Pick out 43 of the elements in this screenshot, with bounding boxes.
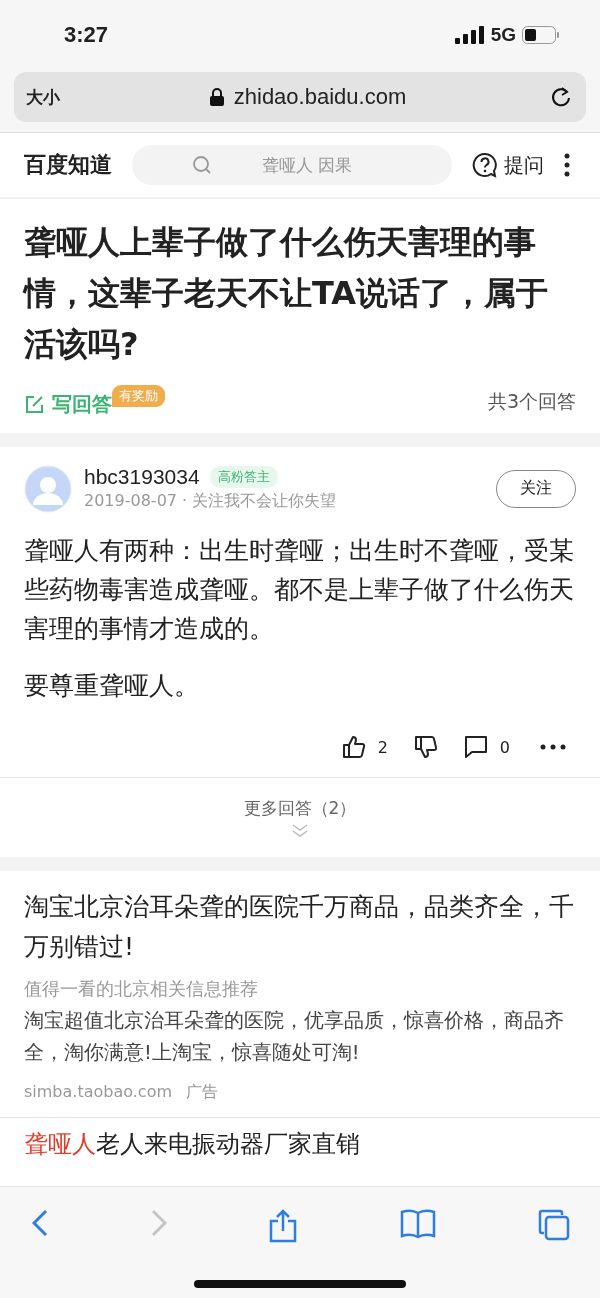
like-count: 2 <box>377 737 388 757</box>
status-time: 3:27 <box>64 22 109 48</box>
ask-button[interactable]: 提问 <box>472 151 544 179</box>
lock-icon <box>209 88 224 106</box>
thumbs-up-icon[interactable] <box>341 735 366 760</box>
ad-subtitle: 值得一看的北京相关信息推荐 <box>24 977 259 1002</box>
answer-meta: 2019-08-07 · 关注我不会让你失望 <box>84 491 338 513</box>
comment-icon[interactable] <box>463 735 488 760</box>
comment-count: 0 <box>499 737 510 757</box>
answer-paragraph: 聋哑人有两种：出生时聋哑；出生时不聋哑，受某些药物毒害造成聋哑。都不是上辈子做了什么伤天害理的事情才造成的。 <box>24 534 575 645</box>
user-badge: 高粉答主 <box>209 466 278 489</box>
more-icon[interactable] <box>540 744 566 751</box>
text-size-button[interactable]: 大小 <box>26 85 66 109</box>
ad-source: simba.taobao.com <box>24 1081 172 1103</box>
chevron-down-icon <box>291 824 309 839</box>
username[interactable]: hbc3193034 <box>84 465 200 490</box>
reload-icon[interactable] <box>550 86 572 108</box>
network-label: 5G <box>490 24 516 46</box>
follow-button[interactable]: 关注 <box>496 469 576 508</box>
ad-title[interactable]: 老人来电振动器厂家直销 <box>96 1127 360 1160</box>
back-icon[interactable] <box>32 1209 48 1237</box>
ad-description: 淘宝超值北京治耳朵聋的医院，优享品质，惊喜价格，商品齐全，淘你满意!上淘宝，惊喜随处可淘! <box>24 1008 565 1067</box>
edit-icon <box>24 394 44 415</box>
url-text: zhidao.baidu.com <box>233 84 407 110</box>
site-logo[interactable]: 百度知道 <box>24 150 112 180</box>
ad-label: 广告 <box>186 1081 218 1103</box>
ad-highlight[interactable]: 聋哑人 <box>24 1127 96 1160</box>
answer-count: 共3个回答 <box>487 388 576 414</box>
answer-paragraph: 要尊重聋哑人。 <box>24 670 200 703</box>
address-bar[interactable]: 大小 zhidao.baidu.com <box>14 72 586 122</box>
more-icon[interactable] <box>564 153 570 177</box>
share-icon[interactable] <box>269 1209 297 1243</box>
question-title: 聋哑人上辈子做了什么伤天害理的事情，这辈子老天不让TA说话了，属于活该吗? <box>24 222 550 366</box>
battery-icon <box>522 26 560 44</box>
search-field[interactable]: 聋哑人 因果 <box>132 145 452 185</box>
tabs-icon[interactable] <box>538 1209 570 1241</box>
reward-badge: 有奖励 <box>112 385 165 408</box>
thumbs-down-icon[interactable] <box>413 735 438 760</box>
search-icon <box>192 155 212 175</box>
ad-title[interactable]: 淘宝北京治耳朵聋的医院千万商品，品类齐全，千万别错过! <box>24 887 576 968</box>
signal-icon <box>454 26 485 44</box>
book-icon[interactable] <box>399 1209 436 1239</box>
question-icon <box>472 152 498 178</box>
